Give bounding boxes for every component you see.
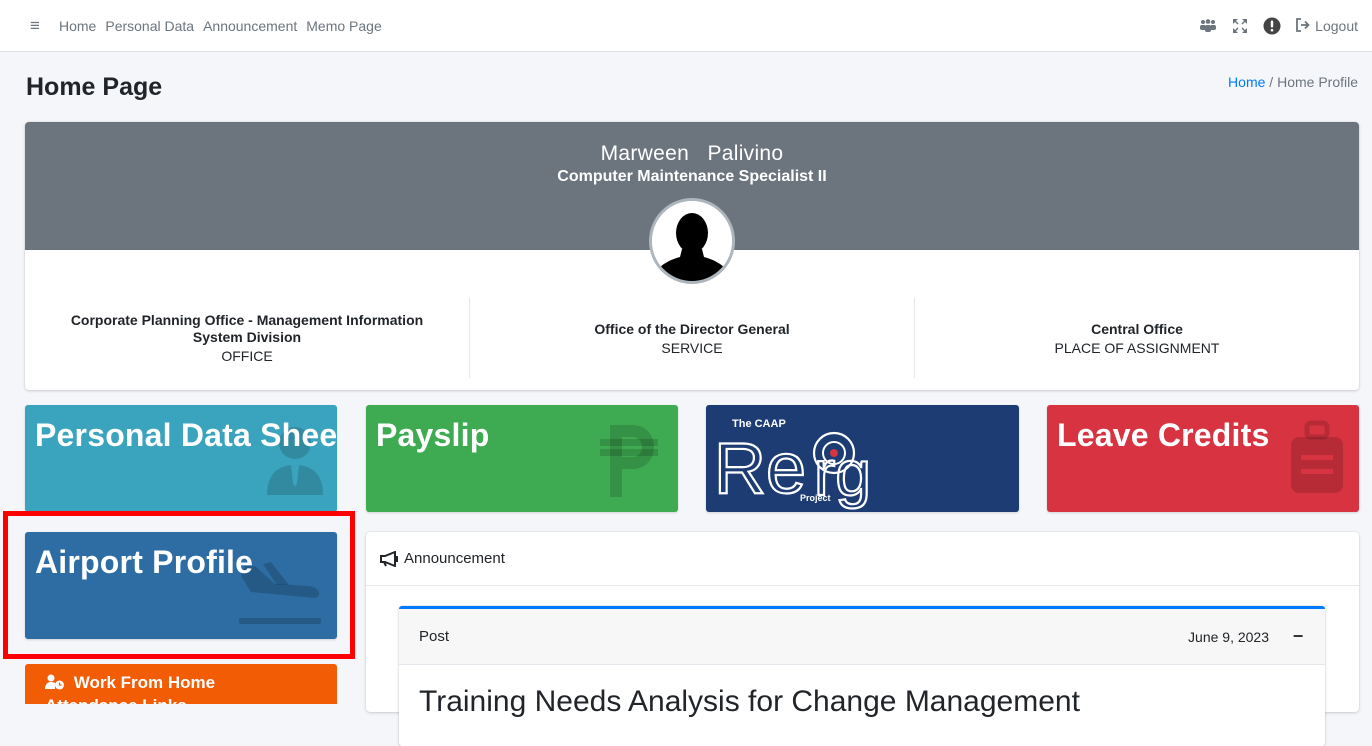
top-navbar: ≡ Home Personal Data Announcement Memo P… (0, 0, 1372, 52)
post-date: June 9, 2023 (1188, 628, 1269, 645)
post-header: Post June 9, 2023 − (399, 609, 1325, 665)
profile-stats: Corporate Planning Office - Management I… (25, 298, 1359, 378)
announcement-card: Announcement Post June 9, 2023 − Trainin… (366, 532, 1359, 746)
alert-icon[interactable] (1263, 17, 1281, 35)
tile-personal-data-sheet[interactable]: Personal Data Sheet (25, 405, 337, 512)
post-label: Post (419, 628, 450, 645)
post-card: Post June 9, 2023 − Training Needs Analy… (399, 606, 1325, 746)
stat-service: Office of the Director General SERVICE (469, 298, 914, 378)
breadcrumb-current: Home Profile (1277, 74, 1358, 90)
stat-service-label: SERVICE (661, 339, 723, 356)
highlight-box (3, 511, 355, 659)
wfh-sublabel: Attendance Links (45, 696, 337, 704)
hamburger-icon[interactable]: ≡ (30, 16, 46, 36)
stat-office: Corporate Planning Office - Management I… (25, 298, 469, 378)
breadcrumb-separator: / (1269, 74, 1274, 90)
tile-reorg-project[interactable]: The CAAP Re rg Project (706, 405, 1019, 512)
stat-assignment-label: PLACE OF ASSIGNMENT (1054, 339, 1220, 356)
suitcase-icon (1291, 420, 1343, 493)
work-from-home-card[interactable]: Work From Home Attendance Links (25, 664, 337, 704)
stat-service-value: Office of the Director General (594, 320, 790, 337)
collapse-button[interactable]: − (1291, 626, 1305, 647)
reorg-logo: The CAAP Re rg Project (713, 418, 872, 510)
logout-icon (1295, 17, 1311, 35)
breadcrumb-home[interactable]: Home (1228, 74, 1265, 90)
stat-assignment-value: Central Office (1091, 320, 1183, 337)
announcement-header: Announcement (366, 532, 1359, 586)
wfh-label: Work From Home (73, 673, 216, 692)
navbar-right-icons: Logout (1199, 0, 1358, 52)
tile-leave-credits-label: Leave Credits (1057, 417, 1270, 453)
nav-personal-data[interactable]: Personal Data (105, 18, 194, 34)
profile-card: Marween Palivino Computer Maintenance Sp… (25, 122, 1359, 390)
user-clock-icon (45, 674, 65, 695)
stat-assignment: Central Office PLACE OF ASSIGNMENT (914, 298, 1359, 378)
post-title: Training Needs Analysis for Change Manag… (419, 685, 1080, 718)
peso-icon (600, 425, 658, 497)
logout-button[interactable]: Logout (1295, 17, 1358, 35)
avatar (649, 198, 735, 284)
profile-position: Computer Maintenance Specialist II (557, 168, 827, 185)
tile-leave-credits[interactable]: Leave Credits (1047, 405, 1359, 512)
stat-office-value: Corporate Planning Office - Management I… (70, 312, 424, 345)
breadcrumb: Home / Home Profile (1228, 74, 1358, 90)
tile-personal-data-sheet-label: Personal Data Sheet (35, 417, 337, 453)
logout-label: Logout (1315, 18, 1358, 34)
tile-payslip-label: Payslip (376, 417, 490, 453)
nav-memo-page[interactable]: Memo Page (306, 18, 381, 34)
profile-name: Marween Palivino (600, 142, 784, 165)
stat-office-label: OFFICE (221, 348, 273, 364)
tile-payslip[interactable]: Payslip (366, 405, 678, 512)
users-icon[interactable] (1199, 17, 1217, 35)
nav-home[interactable]: Home (59, 18, 96, 34)
bullhorn-icon (380, 550, 400, 567)
svg-text:Re: Re (714, 429, 806, 509)
page-title: Home Page (26, 73, 163, 101)
nav-announcement[interactable]: Announcement (203, 18, 297, 34)
reorg-sub-text: Project (800, 493, 831, 503)
expand-icon[interactable] (1231, 17, 1249, 35)
announcement-header-label: Announcement (404, 550, 505, 567)
